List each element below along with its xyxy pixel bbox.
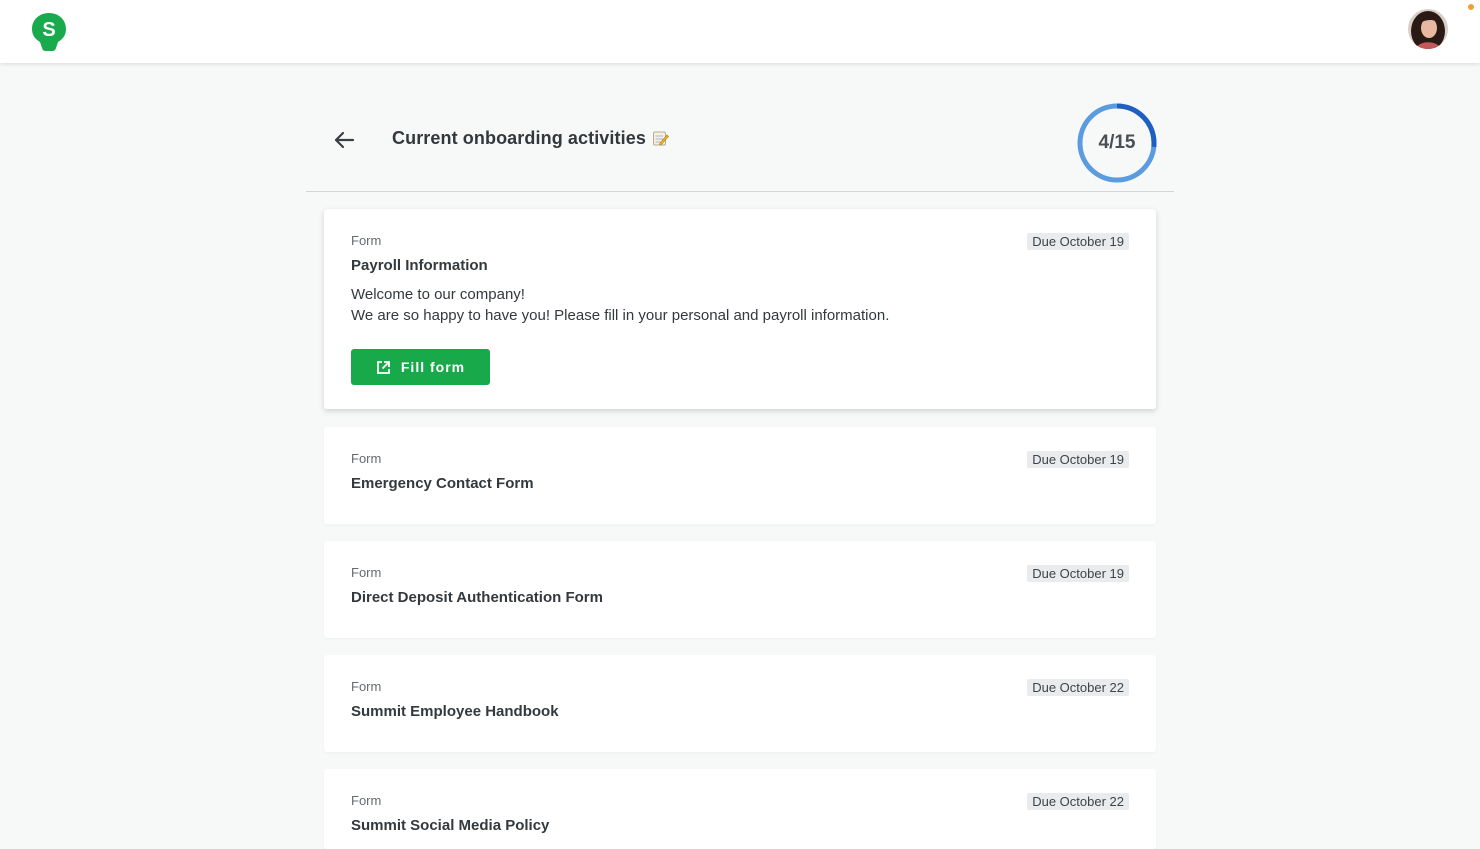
activity-card-employee-handbook[interactable]: Form Due October 22 Summit Employee Hand… [324,655,1156,752]
fill-form-label: Fill form [400,359,466,375]
external-link-icon [376,360,390,374]
due-date-badge: Due October 22 [1027,793,1129,810]
due-date-badge: Due October 19 [1027,233,1129,250]
activity-description: Welcome to our company! We are so happy … [351,284,889,326]
back-button[interactable] [330,126,358,154]
description-line: We are so happy to have you! Please fill… [351,307,890,324]
memo-icon [652,130,669,147]
activity-type: Form [351,793,382,808]
notification-dot [1468,4,1474,10]
activity-card-emergency-contact[interactable]: Form Due October 19 Emergency Contact Fo… [324,427,1156,524]
top-bar: S [0,0,1480,63]
activity-title: Summit Employee Handbook [351,703,559,720]
page-title: Current onboarding activities [392,128,669,149]
user-avatar[interactable] [1408,9,1448,49]
activity-title: Summit Social Media Policy [351,817,550,834]
due-date-badge: Due October 22 [1027,679,1129,696]
activity-type: Form [351,679,382,694]
activity-type: Form [351,451,382,466]
due-date-badge: Due October 19 [1027,565,1129,582]
app-logo-icon[interactable]: S [31,12,67,52]
arrow-left-icon [334,131,355,149]
page-header: Current onboarding activities 4/15 [306,96,1174,192]
page-title-text: Current onboarding activities [392,128,646,148]
activity-card-social-media-policy[interactable]: Form Due October 22 Summit Social Media … [324,769,1156,849]
description-line: Welcome to our company! [351,286,525,303]
activity-title: Emergency Contact Form [351,475,534,492]
activity-card-payroll-information[interactable]: Form Due October 19 Payroll Information … [324,209,1156,409]
activity-type: Form [351,565,382,580]
svg-text:S: S [42,19,55,41]
activity-type: Form [351,233,382,248]
activity-title: Direct Deposit Authentication Form [351,589,603,606]
progress-label: 4/15 [1098,132,1136,153]
activity-title: Payroll Information [351,257,488,274]
fill-form-button[interactable]: Fill form [351,349,490,385]
progress-ring: 4/15 [1076,102,1158,184]
due-date-badge: Due October 19 [1027,451,1129,468]
activity-card-direct-deposit[interactable]: Form Due October 19 Direct Deposit Authe… [324,541,1156,638]
